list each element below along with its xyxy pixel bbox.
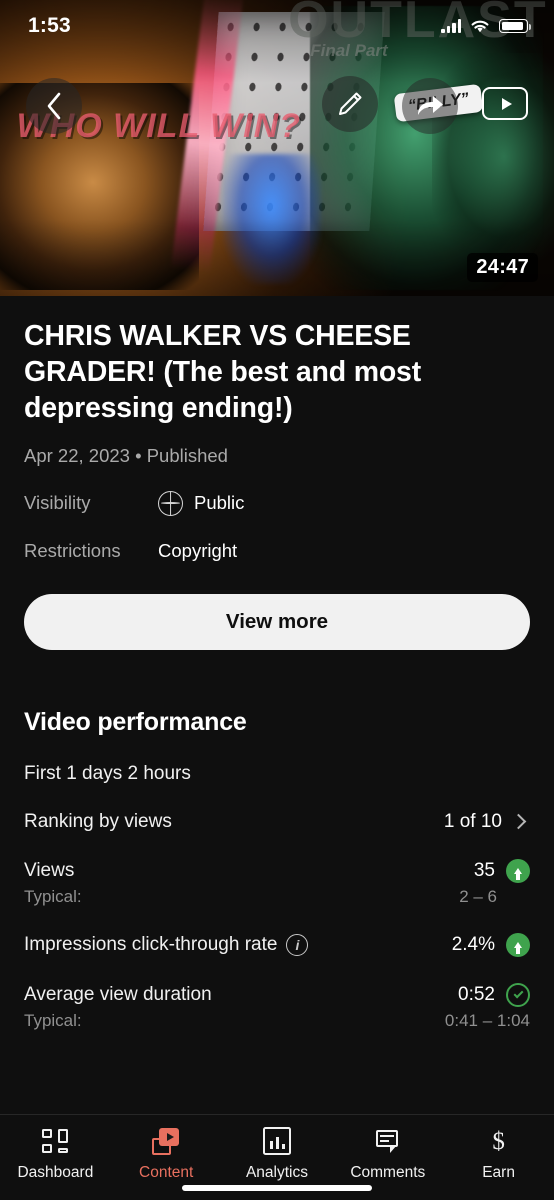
visibility-value-group: Public — [158, 490, 245, 516]
metric-value: 2.4% — [451, 933, 495, 955]
restrictions-row[interactable]: Restrictions Copyright — [24, 540, 530, 562]
metric-label: Average view duration — [24, 983, 212, 1005]
check-badge — [506, 982, 530, 1007]
view-more-button[interactable]: View more — [24, 593, 530, 650]
typical-value: 0:41 – 1:04 — [444, 1010, 530, 1030]
metric-value-group: 0:52 — [458, 982, 530, 1007]
edit-button[interactable] — [322, 76, 378, 132]
metric-value: 35 — [473, 859, 495, 881]
visibility-row[interactable]: Visibility Public — [24, 490, 530, 516]
ranking-label: Ranking by views — [24, 810, 172, 832]
restrictions-value: Copyright — [158, 539, 238, 561]
metric-row-average-view-duration[interactable]: Average view duration 0:52 Typical: 0:41… — [24, 982, 530, 1031]
tab-dashboard[interactable]: Dashboard — [0, 1127, 111, 1182]
performance-subheading: First 1 days 2 hours — [24, 762, 191, 784]
up-arrow-badge — [506, 858, 530, 883]
metric-label-group: Impressions click-through rate i — [24, 933, 309, 956]
metric-row-impressions-ctr[interactable]: Impressions click-through rate i 2.4% — [24, 932, 530, 957]
watch-on-youtube-button[interactable] — [482, 87, 528, 120]
home-indicator[interactable] — [182, 1185, 372, 1191]
metric-value-group: 35 — [473, 858, 530, 883]
status-bar-time: 1:53 — [28, 14, 71, 37]
visibility-label: Visibility — [24, 492, 91, 514]
tab-content[interactable]: Content — [111, 1127, 222, 1182]
comment-bubble-icon — [374, 1127, 402, 1155]
video-publish-meta: Apr 22, 2023 • Published — [24, 444, 228, 466]
youtube-play-icon — [501, 97, 512, 110]
tab-analytics[interactable]: Analytics — [222, 1127, 333, 1182]
info-icon[interactable]: i — [286, 933, 309, 956]
tab-label: Earn — [482, 1164, 515, 1181]
tab-label: Content — [139, 1164, 194, 1181]
dashboard-grid-icon — [41, 1127, 69, 1155]
app-screen: OUTLAST Final Part WHO WILL WIN? “BILLY”… — [0, 0, 554, 1200]
status-bar: 1:53 — [0, 0, 554, 52]
globe-icon — [158, 490, 183, 516]
visibility-value: Public — [194, 492, 245, 514]
video-title: CHRIS WALKER VS CHEESE GRADER! (The best… — [24, 320, 421, 425]
metric-label: Views — [24, 859, 75, 881]
analytics-bars-icon — [262, 1127, 291, 1155]
cellular-signal-icon — [441, 19, 461, 33]
typical-label: Typical: — [24, 886, 82, 906]
tab-label: Dashboard — [17, 1164, 94, 1181]
dollar-sign-icon: $ — [492, 1127, 505, 1155]
tab-label: Comments — [350, 1164, 426, 1181]
tab-label: Analytics — [245, 1164, 308, 1181]
metric-value: 0:52 — [458, 983, 495, 1005]
chevron-right-icon — [510, 813, 527, 830]
share-arrow-icon — [418, 96, 443, 115]
up-arrow-badge — [506, 932, 530, 957]
chevron-left-icon — [47, 92, 61, 120]
video-duration-badge: 24:47 — [467, 253, 538, 282]
tab-earn[interactable]: $ Earn — [443, 1127, 554, 1182]
metric-value-group: 2.4% — [451, 932, 530, 957]
video-thumbnail-hero[interactable]: OUTLAST Final Part WHO WILL WIN? “BILLY”… — [0, 0, 554, 296]
status-bar-indicators — [441, 18, 531, 34]
battery-icon — [499, 19, 531, 33]
share-button[interactable] — [402, 78, 458, 134]
ranking-by-views-row[interactable]: Ranking by views 1 of 10 — [24, 811, 530, 833]
content-video-icon — [152, 1127, 180, 1155]
ranking-value-group: 1 of 10 — [444, 811, 530, 833]
ranking-value: 1 of 10 — [443, 810, 502, 832]
metric-label: Impressions click-through rate — [24, 933, 278, 955]
restrictions-label: Restrictions — [24, 539, 121, 561]
back-button[interactable] — [26, 78, 82, 134]
typical-label: Typical: — [24, 1010, 82, 1030]
wifi-icon — [471, 20, 489, 33]
metric-row-views[interactable]: Views 35 Typical: 2 – 6 — [24, 858, 530, 907]
tab-comments[interactable]: Comments — [332, 1127, 443, 1182]
performance-heading: Video performance — [24, 707, 247, 736]
video-details-panel: CHRIS WALKER VS CHEESE GRADER! (The best… — [0, 296, 554, 1114]
typical-value: 2 – 6 — [459, 886, 497, 906]
pencil-icon — [339, 92, 362, 115]
